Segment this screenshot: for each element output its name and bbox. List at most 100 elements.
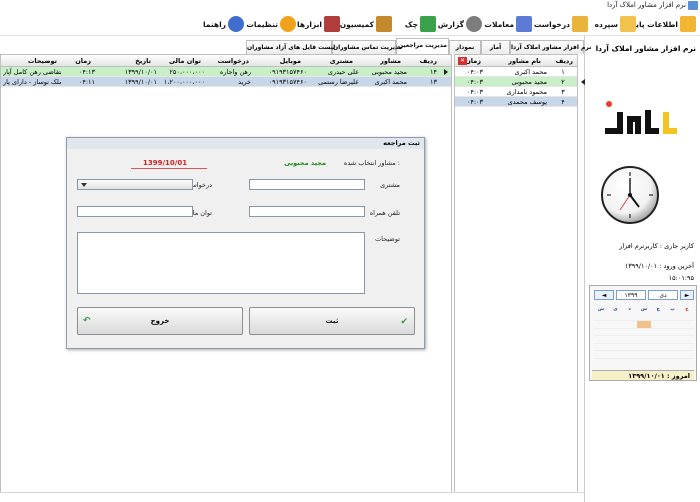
- toolbar-check-button[interactable]: چک: [405, 15, 436, 33]
- right-panel: نرم افزار مشاور املاک آردا کاربر جاری : …: [584, 36, 700, 502]
- calendar-day-cell[interactable]: [651, 344, 666, 351]
- col-time: زمان: [465, 57, 481, 65]
- tab-strip: نرم افزار مشاور املاک آردا آمار نمودار م…: [246, 38, 591, 54]
- calendar-day-cell[interactable]: [651, 321, 666, 329]
- calendar-day-cell[interactable]: [665, 351, 680, 359]
- calendar-month[interactable]: دی: [648, 290, 678, 300]
- request-folder-icon: [572, 16, 588, 32]
- table-row[interactable]: ۱ محمد اکبری ۰۴:۰۳: [455, 67, 577, 77]
- calendar-day-cell[interactable]: [636, 321, 652, 329]
- calendar-day-cell[interactable]: [665, 344, 680, 351]
- calendar-day-cell[interactable]: [622, 314, 637, 321]
- table-row[interactable]: ۴ یوسف محمدی ۰۴:۰۳: [455, 97, 577, 107]
- delete-icon[interactable]: ✕: [458, 57, 467, 65]
- row-selector-icon: [444, 69, 448, 75]
- toolbar-deals-button[interactable]: معاملات: [484, 15, 532, 33]
- toolbar-settings-button[interactable]: تنظیمات: [246, 15, 296, 33]
- calendar-prev-button[interactable]: ◄: [594, 290, 614, 300]
- notes-textarea[interactable]: [77, 232, 365, 294]
- calendar-day-cell[interactable]: [665, 329, 680, 336]
- calendar-day-cell[interactable]: [622, 336, 637, 344]
- calendar-day-cell[interactable]: [679, 329, 694, 336]
- calendar-day-cell[interactable]: [594, 329, 609, 336]
- toolbar-request-button[interactable]: درخواست: [534, 15, 588, 33]
- row-name: محمد اکبری: [514, 68, 547, 76]
- calendar-day-cell[interactable]: [594, 321, 609, 329]
- toolbar-label: اطلاعات پایه: [631, 19, 678, 29]
- calendar-day-cell[interactable]: [594, 314, 609, 321]
- table-row[interactable]: ۲ مجید محبوبی ۰۴:۰۳: [455, 77, 577, 87]
- calendar-day-cell[interactable]: [651, 314, 666, 321]
- calendar-day-cell[interactable]: [594, 344, 609, 351]
- calendar-day-cell[interactable]: [608, 351, 623, 359]
- row-mobile: ۰۹۱۹۳۱۵۷۴۶۰: [268, 68, 307, 76]
- calendar-day-cell[interactable]: [636, 336, 652, 344]
- tab-free-files[interactable]: لیست فایل های آزاد مشاوران: [246, 40, 335, 54]
- calendar-next-button[interactable]: ►: [680, 290, 694, 300]
- col-finance: توان مالی: [168, 57, 201, 65]
- calendar-day-cell[interactable]: [622, 321, 637, 329]
- tab-chart[interactable]: نمودار: [449, 40, 481, 54]
- calendar-day-cell[interactable]: [608, 336, 623, 344]
- calendar-day-cell[interactable]: [608, 321, 623, 329]
- calendar-day-cell[interactable]: [665, 314, 680, 321]
- calendar-day-cell[interactable]: [679, 314, 694, 321]
- calendar-day-cell[interactable]: [651, 351, 666, 359]
- calendar-day-cell[interactable]: [679, 321, 694, 329]
- customer-input[interactable]: [249, 179, 365, 190]
- tab-referrals-management[interactable]: مدیریت مراجعین: [396, 38, 449, 54]
- calendar-day-cell[interactable]: [636, 314, 652, 321]
- calendar-day-cell[interactable]: [622, 329, 637, 336]
- finance-input[interactable]: [77, 206, 193, 217]
- calendar-day-cell[interactable]: [679, 344, 694, 351]
- mobile-input[interactable]: [249, 206, 365, 217]
- toolbar-deposit-button[interactable]: سپرده: [595, 15, 636, 33]
- calendar-day-cell[interactable]: [622, 351, 637, 359]
- calendar-weekday: د: [628, 307, 631, 312]
- calendar-year[interactable]: ۱۳۹۹: [616, 290, 646, 300]
- table-row[interactable]: ۳ محمود نامداری ۰۴:۰۳: [455, 87, 577, 97]
- submit-label: ثبت: [325, 317, 339, 325]
- calendar-day-cell[interactable]: [665, 321, 680, 329]
- submit-button[interactable]: ثبت ✔: [249, 307, 415, 335]
- check-icon: ✔: [400, 317, 408, 327]
- calendar-day-cell[interactable]: [608, 329, 623, 336]
- title-bar: نرم افزار مشاور املاک آردا: [0, 0, 700, 12]
- calendar-day-cell[interactable]: [622, 344, 637, 351]
- tab-consultant-calls[interactable]: مدیریت تماس مشاوران: [332, 40, 402, 54]
- request-select[interactable]: [77, 179, 193, 190]
- calendar-day-cell[interactable]: [651, 329, 666, 336]
- folder-add-icon: [680, 16, 696, 32]
- col-request: درخواست: [217, 57, 249, 65]
- row-name: محمود نامداری: [506, 88, 547, 96]
- calendar-day-cell[interactable]: [636, 344, 652, 351]
- calendar-day-cell[interactable]: [594, 336, 609, 344]
- row-notes: متقاضی رهن کامل آپار: [3, 68, 61, 76]
- toolbar-base-info-button[interactable]: اطلاعات پایه: [632, 15, 696, 33]
- toolbar-tools-button[interactable]: ابزارها: [297, 15, 340, 33]
- calendar-day-cell[interactable]: [651, 336, 666, 344]
- col-time: زمان: [75, 57, 91, 65]
- calendar-day-cell[interactable]: [636, 329, 652, 336]
- toolbar-help-button[interactable]: راهنما: [203, 15, 244, 33]
- tab-stats[interactable]: آمار: [481, 40, 510, 54]
- table-row[interactable]: ۱۳ محمد اکبری علیرضا رستمی ۰۹۱۹۳۱۵۷۴۶۰ خ…: [1, 77, 451, 87]
- calendar-day-cell[interactable]: [594, 351, 609, 359]
- table-row[interactable]: ۱۴ مجید محبوبی علی حیدری ۰۹۱۹۳۱۵۷۴۶۰ رهن…: [1, 67, 451, 77]
- tab-software[interactable]: نرم افزار مشاور املاک آردا: [510, 40, 591, 54]
- toolbar-report-button[interactable]: گزارش: [438, 15, 482, 33]
- calendar-day-cell[interactable]: [665, 336, 680, 344]
- exit-label: خروج: [150, 317, 170, 325]
- calendar-day-cell[interactable]: [679, 351, 694, 359]
- exit-button[interactable]: خروج ↶: [77, 307, 243, 335]
- calendar-day-cell[interactable]: [679, 336, 694, 344]
- calendar-today[interactable]: امروز : ۱۳۹۹/۱۰/۰۱: [592, 370, 694, 380]
- row-time: ۰۴:۱۳: [78, 68, 95, 76]
- row-name: مجید محبوبی: [511, 78, 547, 86]
- main-toolbar: اطلاعات پایه سپرده درخواست معاملات گزارش…: [0, 12, 700, 36]
- current-user: کاربر جاری : کاربرنرم افزار: [619, 242, 694, 250]
- calendar-day-cell[interactable]: [608, 314, 623, 321]
- calendar-day-cell[interactable]: [636, 351, 652, 359]
- calendar-day-cell[interactable]: [608, 344, 623, 351]
- toolbar-commission-button[interactable]: کمیسیون: [340, 15, 392, 33]
